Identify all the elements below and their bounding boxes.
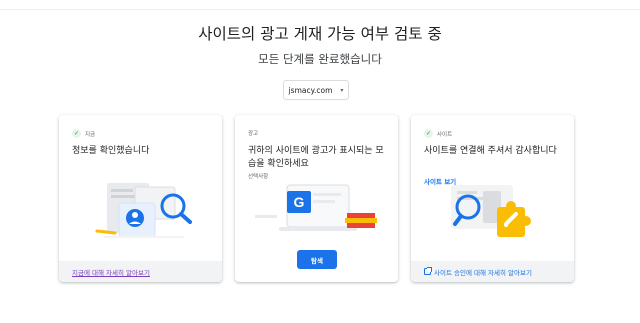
- card-text: 귀하의 사이트에 광고가 표시되는 모습을 확인하세요: [248, 146, 384, 169]
- explore-button[interactable]: 탐색: [297, 250, 337, 269]
- card-badge: ✓ 지금: [72, 129, 95, 138]
- check-icon: ✓: [72, 129, 81, 138]
- svg-text:G: G: [294, 194, 305, 210]
- card-badge-label: 사이트: [437, 131, 453, 138]
- check-icon: ✓: [424, 129, 433, 138]
- card-text: 사이트를 연결해 주셔서 감사합니다: [424, 146, 557, 156]
- site-selector[interactable]: jsmacy.com ▾: [283, 80, 349, 100]
- site-connected-illustration: [451, 185, 531, 237]
- card-text: 정보를 확인했습니다: [72, 146, 150, 156]
- page-title: 사이트의 광고 게재 가능 여부 검토 중: [198, 25, 442, 43]
- page-subtitle: 모든 단계를 완료했습니다: [258, 52, 382, 66]
- card-badge-label: 지금: [85, 131, 96, 138]
- chevron-down-icon: ▾: [340, 86, 344, 94]
- ads-preview-card: 광고 귀하의 사이트에 광고가 표시되는 모습을 확인하세요 선택사항 G 탐색: [235, 115, 398, 282]
- site-approval-learn-more-label: 사이트 승인에 대해 자세히 알아보기: [434, 268, 532, 277]
- card-badge-label: 광고: [248, 131, 259, 137]
- site-selector-value: jsmacy.com: [288, 85, 333, 95]
- card-footer: 사이트 승인에 대해 자세히 알아보기: [411, 261, 574, 282]
- site-approval-learn-more-link[interactable]: 사이트 승인에 대해 자세히 알아보기: [424, 267, 532, 277]
- card-footer: 지금에 대해 자세히 알아보기: [59, 261, 222, 282]
- site-card: ✓ 사이트 사이트를 연결해 주셔서 감사합니다 사이트 보기 사이트 승인에 …: [411, 115, 574, 282]
- learn-more-link[interactable]: 지금에 대해 자세히 알아보기: [72, 267, 150, 277]
- ads-preview-illustration: G: [255, 184, 377, 231]
- card-badge: ✓ 사이트: [424, 129, 452, 138]
- info-card: ✓ 지금 정보를 확인했습니다 지금에 대해 자세히 알아보기: [59, 115, 222, 282]
- document-review-illustration: [95, 183, 192, 238]
- external-link-icon: [424, 267, 432, 275]
- top-divider: [0, 9, 640, 10]
